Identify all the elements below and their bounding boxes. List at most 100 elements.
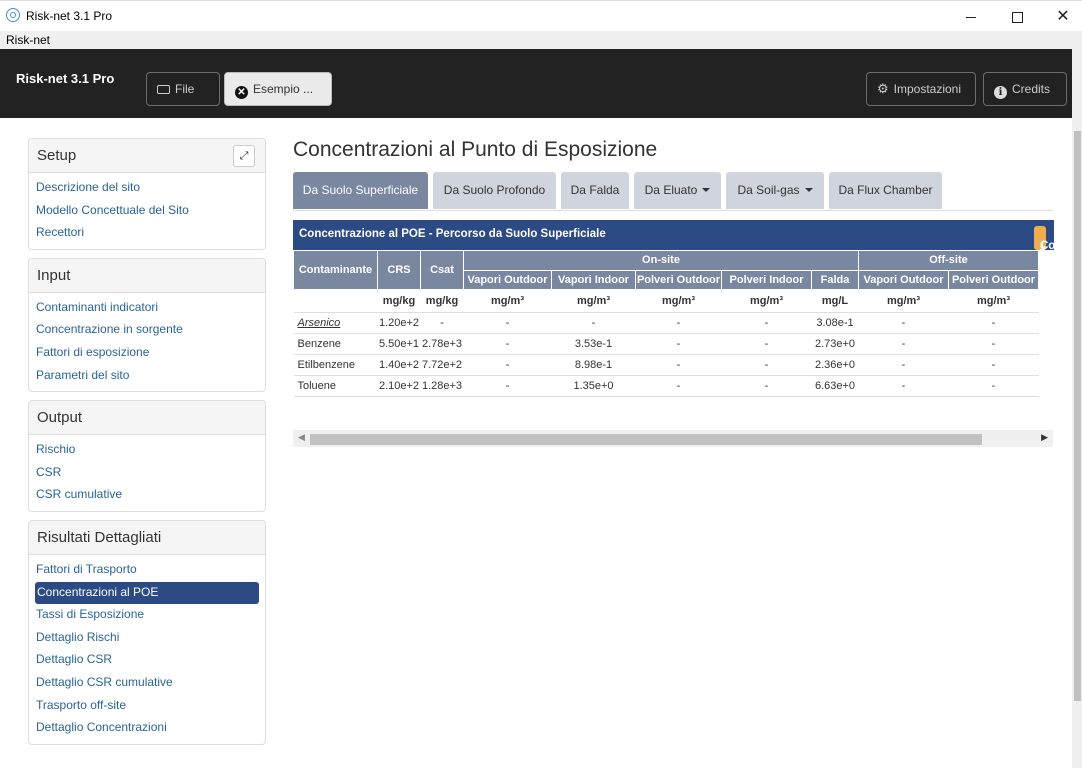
table-cell: - <box>635 375 722 397</box>
sidebar-item-dettaglio-concentrazioni[interactable]: Dettaglio Concentrazioni <box>29 717 265 740</box>
tab-flux-chamber[interactable]: Da Flux Chamber <box>829 172 942 209</box>
risultati-panel-title: Risultati Dettagliati <box>37 528 162 546</box>
vertical-scrollbar[interactable] <box>1072 49 1082 768</box>
col-header-offsite-polveri-outdoor: Polveri Outdoor <box>948 269 1039 290</box>
file-button[interactable]: File <box>146 72 220 106</box>
table-cell: - <box>463 312 552 334</box>
sidebar-item-csr-cumulative[interactable]: CSR cumulative <box>29 484 265 507</box>
table-cell: 1.35e+0 <box>551 375 636 397</box>
maximize-button[interactable] <box>994 1 1040 32</box>
unit-cell: mg/m³ <box>551 289 636 313</box>
folder-open-icon <box>157 85 170 94</box>
tab-eluato-label: Da Eluato <box>644 183 698 197</box>
table-heading: Concentrazione al POE - Percorso da Suol… <box>293 220 1054 276</box>
table-cell: - <box>463 333 552 355</box>
sidebar-item-trasporto-offsite[interactable]: Trasporto off-site <box>29 695 265 718</box>
sidebar-item-csr[interactable]: CSR <box>29 462 265 485</box>
unit-cell: mg/m³ <box>721 289 812 313</box>
col-header-falda: Falda <box>811 269 859 290</box>
table-cell: - <box>463 354 552 376</box>
credits-button[interactable]: i Credits <box>983 72 1067 106</box>
unit-cell: mg/m³ <box>858 289 949 313</box>
horizontal-scrollbar[interactable]: ◀ ▶ <box>293 430 1053 447</box>
table-cell: 2.36e+0 <box>811 354 859 376</box>
impostazioni-button[interactable]: ⚙ Impostazioni <box>866 72 976 106</box>
sidebar-item-concentrazione-sorgente[interactable]: Concentrazione in sorgente <box>29 319 265 342</box>
scroll-left-arrow-icon[interactable]: ◀ <box>298 432 305 443</box>
sidebar-item-recettori[interactable]: Recettori <box>29 222 265 245</box>
sidebar-item-dettaglio-rischi[interactable]: Dettaglio Rischi <box>29 627 265 650</box>
sidebar-item-fattori-trasporto[interactable]: Fattori di Trasporto <box>29 559 265 582</box>
minimize-button[interactable] <box>948 1 994 32</box>
table-cell: - <box>858 333 949 355</box>
close-button[interactable]: ✕ <box>1040 1 1082 32</box>
table-cell: 8.98e-1 <box>551 354 636 376</box>
risultati-panel: Risultati Dettagliati Fattori di Traspor… <box>28 519 266 745</box>
table-cell: - <box>635 354 722 376</box>
table-cell: - <box>858 375 949 397</box>
col-header-contaminante: Contaminante <box>293 250 378 290</box>
table-cell: - <box>635 333 722 355</box>
table-body: Arsenico 1.20e+2- - - - -3.08e-1- - Benzene 5.50… <box>293 312 1039 397</box>
menubar: Risk-net <box>0 31 1082 49</box>
sidebar-item-tassi-esposizione[interactable]: Tassi di Esposizione <box>29 604 265 627</box>
horizontal-scrollbar-thumb[interactable] <box>310 434 982 445</box>
table-row: Etilbenzene 1.40e+2 7.72e+2-8.98e-1- -2.36e… <box>293 354 1039 376</box>
tab-soil-gas[interactable]: Da Soil-gas <box>726 172 824 209</box>
table-cell: - <box>858 312 949 334</box>
sidebar-item-parametri-sito[interactable]: Parametri del sito <box>29 365 265 388</box>
scroll-right-arrow-icon[interactable]: ▶ <box>1041 432 1048 443</box>
output-panel: Output Rischio CSR CSR cumulative <box>28 400 266 512</box>
caret-down-icon <box>702 188 711 192</box>
esempio-button-label: Esempio ... <box>253 82 314 96</box>
sidebar-item-concentrazioni-poe[interactable]: Concentrazioni al POE <box>35 581 259 605</box>
tab-eluato[interactable]: Da Eluato <box>634 172 721 209</box>
table-cell: 6.63e+0 <box>811 375 859 397</box>
table-cell: - <box>948 333 1039 355</box>
tab-suolo-superficiale[interactable]: Da Suolo Superficiale <box>293 172 428 209</box>
table-cell: 1.40e+2 <box>377 354 421 376</box>
sidebar-item-rischio[interactable]: Rischio <box>29 439 265 462</box>
group-header-onsite: On-site <box>463 250 859 271</box>
unit-cell: mg/L <box>811 289 859 313</box>
table-cell: - <box>721 375 812 397</box>
sidebar-item-modello-concettuale[interactable]: Modello Concettuale del Sito <box>29 200 265 223</box>
poe-table: Contaminante CRS Csat On-site Off-site V… <box>293 250 1039 397</box>
col-header-vapori-outdoor: Vapori Outdoor <box>463 269 552 290</box>
copy-table-label: Copia tabella <box>1040 240 1054 276</box>
menu-risk-net[interactable]: Risk-net <box>6 33 50 47</box>
table-cell: - <box>948 375 1039 397</box>
tab-suolo-profondo[interactable]: Da Suolo Profondo <box>433 172 556 209</box>
app-brand[interactable]: Risk-net 3.1 Pro <box>16 71 114 86</box>
table-cell: - <box>721 354 812 376</box>
input-panel: Input Contaminanti indicatori Concentraz… <box>28 257 266 393</box>
tab-falda[interactable]: Da Falda <box>561 172 629 209</box>
sidebar-item-dettaglio-csr[interactable]: Dettaglio CSR <box>29 649 265 672</box>
contaminant-name[interactable]: Arsenico <box>293 312 378 334</box>
col-header-csat: Csat <box>420 250 464 290</box>
info-icon: i <box>994 86 1007 99</box>
col-header-offsite-vapori-outdoor: Vapori Outdoor <box>858 269 949 290</box>
sidebar-item-dettaglio-csr-cumulative[interactable]: Dettaglio CSR cumulative <box>29 672 265 695</box>
table-cell: 7.72e+2 <box>420 354 464 376</box>
sidebar-item-contaminanti[interactable]: Contaminanti indicatori <box>29 297 265 320</box>
copy-table-button[interactable]: ⤓Copia tabella <box>1034 226 1054 276</box>
table-cell: - <box>948 312 1039 334</box>
setup-panel-title: Setup <box>37 147 77 164</box>
close-circle-icon: ✕ <box>235 86 248 99</box>
setup-panel-heading: Setup ⤢ <box>29 139 265 173</box>
sidebar-item-descrizione-sito[interactable]: Descrizione del sito <box>29 177 265 200</box>
file-button-label: File <box>175 82 195 96</box>
pin-icon[interactable]: ⤢ <box>233 145 255 167</box>
input-panel-title: Input <box>37 266 71 284</box>
sidebar-item-fattori-esposizione[interactable]: Fattori di esposizione <box>29 342 265 365</box>
vertical-scrollbar-thumb[interactable] <box>1074 131 1081 701</box>
table-cell: 2.73e+0 <box>811 333 859 355</box>
esempio-button[interactable]: ✕ Esempio ... <box>224 72 332 106</box>
impostazioni-button-label: Impostazioni <box>893 82 962 96</box>
col-header-vapori-indoor: Vapori Indoor <box>551 269 636 290</box>
page-title: Concentrazioni al Punto di Esposizione <box>293 138 658 161</box>
setup-panel: Setup ⤢ Descrizione del sito Modello Con… <box>28 138 266 250</box>
unit-cell: mg/m³ <box>948 289 1039 313</box>
window-titlebar: Risk-net 3.1 Pro ✕ <box>0 0 1082 31</box>
